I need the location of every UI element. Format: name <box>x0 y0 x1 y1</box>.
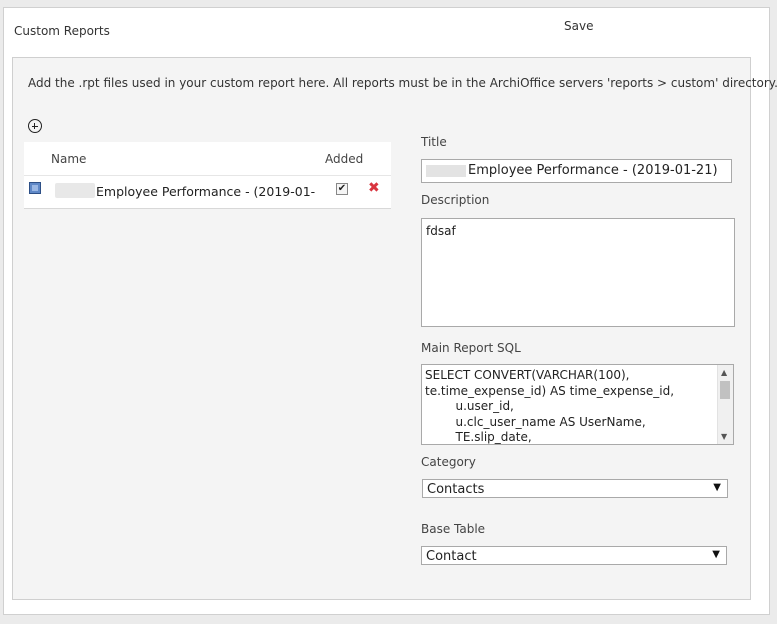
title-field[interactable]: Employee Performance - (2019-01-21) <box>421 159 732 183</box>
category-select[interactable]: Contacts ▼ <box>422 479 728 498</box>
base-table-label: Base Table <box>421 522 486 536</box>
reports-table: Name Added Employee Performance - (2019-… <box>24 142 391 209</box>
description-label: Description <box>421 193 490 207</box>
title-label: Title <box>421 135 447 149</box>
base-table-select[interactable]: Contact ▼ <box>421 546 727 565</box>
redacted-text <box>426 164 466 177</box>
scroll-up-icon[interactable]: ▲ <box>721 368 727 377</box>
column-header-name: Name <box>51 152 87 166</box>
table-row[interactable]: Employee Performance - (2019-01-21) ✔ ✖ <box>24 175 391 209</box>
category-value: Contacts <box>427 482 485 497</box>
base-table-value: Contact <box>426 549 477 564</box>
added-checkbox[interactable]: ✔ <box>336 183 348 195</box>
custom-reports-window: Custom Reports Save Add the .rpt files u… <box>3 7 777 615</box>
save-button[interactable]: Save <box>564 19 593 33</box>
sql-label: Main Report SQL <box>421 341 521 355</box>
chevron-down-icon: ▼ <box>713 482 721 493</box>
intro-text: Add the .rpt files used in your custom r… <box>28 76 777 90</box>
column-header-added: Added <box>325 152 364 166</box>
chevron-down-icon: ▼ <box>712 549 720 560</box>
title-field-value: Employee Performance - (2019-01-21) <box>468 163 718 178</box>
sql-scrollbar[interactable]: ▲ ▼ <box>717 365 733 444</box>
scroll-thumb[interactable] <box>720 381 730 399</box>
add-report-icon[interactable] <box>28 119 42 133</box>
scroll-down-icon[interactable]: ▼ <box>721 432 727 441</box>
redacted-text <box>55 183 95 198</box>
sql-text: SELECT CONVERT(VARCHAR(100), te.time_exp… <box>425 368 675 444</box>
page-title: Custom Reports <box>14 24 110 38</box>
description-textarea[interactable]: fdsaf <box>421 218 735 327</box>
drag-handle-icon[interactable] <box>29 182 41 194</box>
reports-panel: Add the .rpt files used in your custom r… <box>12 57 777 600</box>
delete-icon[interactable]: ✖ <box>368 180 380 196</box>
report-title-cell: Employee Performance - (2019-01-21) <box>96 184 316 199</box>
sql-textarea[interactable]: SELECT CONVERT(VARCHAR(100), te.time_exp… <box>421 364 734 445</box>
category-label: Category <box>421 455 476 469</box>
